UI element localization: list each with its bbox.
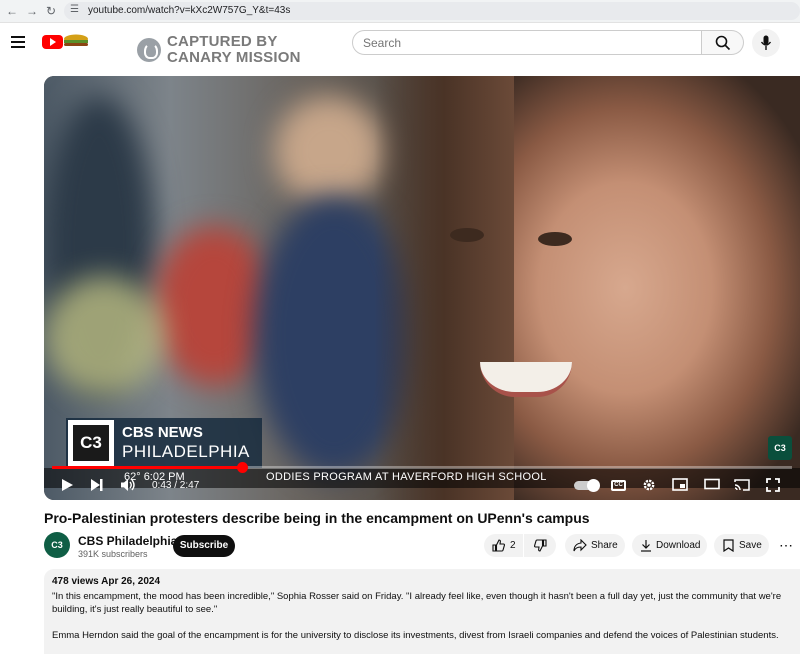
share-label: Share <box>591 540 618 551</box>
video-title: Pro-Palestinian protesters describe bein… <box>44 510 590 526</box>
site-info-icon[interactable]: ☰ <box>70 4 79 15</box>
search-icon <box>715 35 731 51</box>
play-icon[interactable] <box>60 478 74 492</box>
browser-toolbar: ← → ↻ ☰ youtube.com/watch?v=kXc2W757G_Y&… <box>0 0 800 23</box>
lower-third-network: CBS NEWS <box>122 424 203 441</box>
watermark: CAPTURED BY CANARY MISSION <box>167 33 301 66</box>
canary-mission-logo-icon <box>137 38 161 62</box>
channel-name[interactable]: CBS Philadelphia <box>78 534 177 548</box>
voice-search-button[interactable] <box>752 29 780 57</box>
ticker-text: ODDIES PROGRAM AT HAVERFORD HIGH SCHOOL <box>266 471 547 483</box>
cbs3-logo: C3 <box>68 420 114 466</box>
dislike-button[interactable] <box>524 534 556 557</box>
description-paragraph: Emma Herndon said the goal of the encamp… <box>52 630 779 641</box>
like-count: 2 <box>510 540 516 551</box>
volume-icon[interactable] <box>120 478 136 492</box>
view-count-date: 478 views Apr 26, 2024 <box>52 576 161 587</box>
progress-bar[interactable] <box>52 462 792 473</box>
microphone-icon <box>760 35 772 50</box>
bookmark-icon <box>723 539 734 552</box>
subscribe-button[interactable]: Subscribe <box>173 535 235 557</box>
search-input[interactable]: Search <box>352 30 702 55</box>
theater-mode-icon[interactable] <box>704 478 720 490</box>
autoplay-toggle[interactable] <box>574 479 600 492</box>
fullscreen-icon[interactable] <box>766 478 780 492</box>
lower-third-market: PHILADELPHIA <box>122 442 250 461</box>
channel-avatar[interactable]: C3 <box>44 532 70 558</box>
subscriber-count: 391K subscribers <box>78 549 148 559</box>
address-bar[interactable]: ☰ youtube.com/watch?v=kXc2W757G_Y&t=43s <box>64 2 800 20</box>
download-icon <box>641 540 651 552</box>
thumbs-up-icon <box>492 539 505 552</box>
more-actions-icon[interactable]: ⋯ <box>776 535 796 555</box>
like-button[interactable]: 2 <box>484 534 523 557</box>
download-button[interactable]: Download <box>632 534 707 557</box>
reload-icon[interactable]: ↻ <box>46 3 56 19</box>
share-icon <box>573 539 587 552</box>
description-box[interactable]: 478 views Apr 26, 2024 "In this encampme… <box>44 569 800 654</box>
save-button[interactable]: Save <box>714 534 769 557</box>
url-text: youtube.com/watch?v=kXc2W757G_Y&t=43s <box>88 5 291 16</box>
progress-fill <box>52 466 243 469</box>
video-player[interactable]: C3 CBS NEWS PHILADELPHIA 62° 6:02 PM ODD… <box>44 76 800 500</box>
download-label: Download <box>656 540 701 551</box>
thumbs-down-icon <box>534 539 547 552</box>
youtube-logo-icon[interactable] <box>42 35 63 49</box>
search-placeholder: Search <box>363 36 402 50</box>
forward-icon[interactable]: → <box>26 3 38 19</box>
station-bug: C3 <box>768 436 792 460</box>
captions-icon[interactable]: CC <box>611 480 626 491</box>
miniplayer-icon[interactable] <box>672 478 688 491</box>
back-icon[interactable]: ← <box>6 3 18 19</box>
settings-gear-icon[interactable] <box>642 478 656 492</box>
search-button[interactable] <box>702 30 744 55</box>
description-paragraph: "In this encampment, the mood has been i… <box>52 591 782 615</box>
save-label: Save <box>739 540 762 551</box>
share-button[interactable]: Share <box>565 534 625 557</box>
cast-icon[interactable] <box>734 478 750 492</box>
menu-icon[interactable] <box>11 36 25 51</box>
burger-doodle-icon <box>64 34 88 46</box>
time-display: 0:43 / 2:47 <box>152 480 200 491</box>
next-icon[interactable] <box>90 478 104 492</box>
